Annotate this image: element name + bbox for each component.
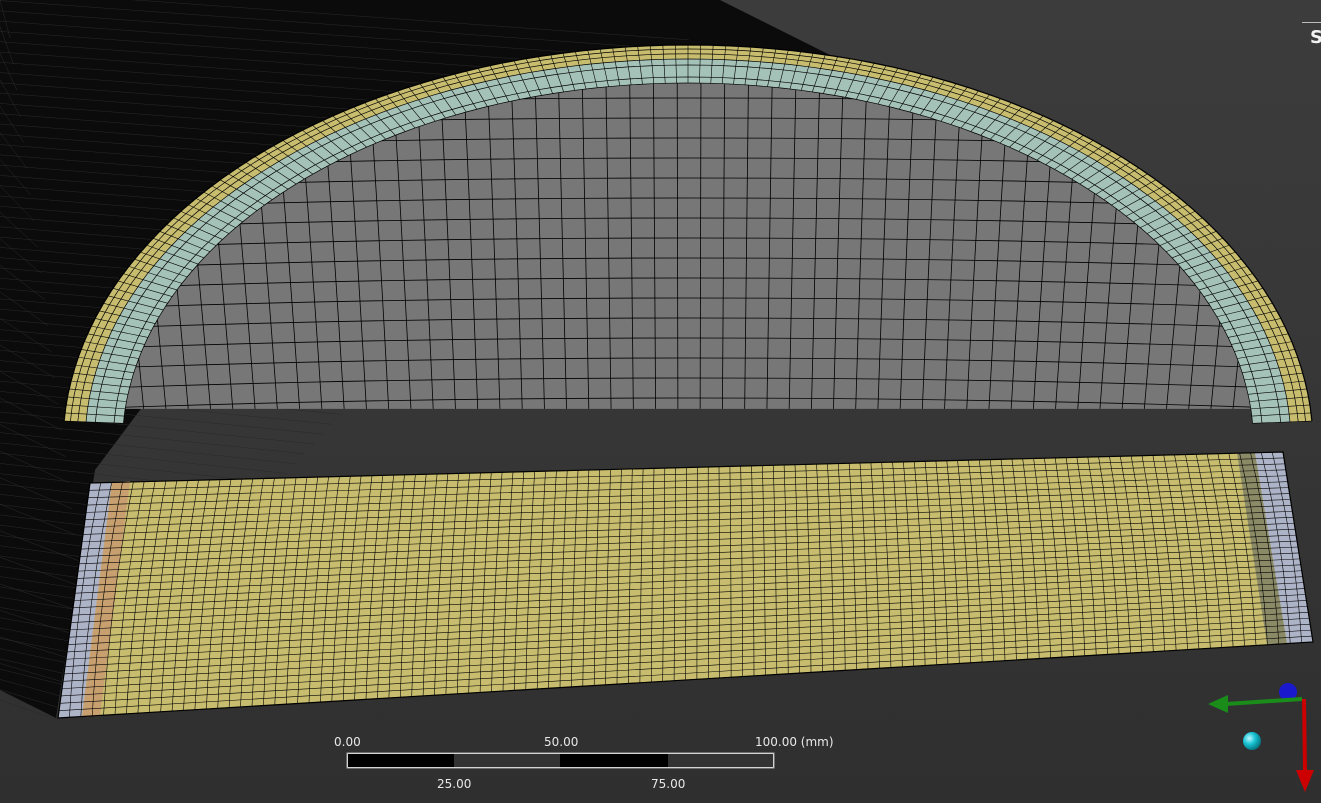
scale-label-75: 75.00 xyxy=(651,777,686,791)
corner-tab[interactable]: S xyxy=(1302,22,1321,53)
lower-section xyxy=(57,451,1314,719)
scale-bar xyxy=(346,752,775,769)
graphics-viewport[interactable]: 0.00 50.00 100.00 (mm) 25.00 75.00 S xyxy=(0,0,1321,803)
mesh-model[interactable] xyxy=(0,0,1321,803)
scale-label-25: 25.00 xyxy=(437,777,472,791)
y-axis-icon xyxy=(1225,697,1303,706)
corner-tab-label: S xyxy=(1310,27,1321,48)
scale-segment-3 xyxy=(560,754,668,767)
scale-label-100: 100.00 (mm) xyxy=(755,735,834,749)
scale-label-0: 0.00 xyxy=(334,735,361,749)
x-axis-icon xyxy=(1302,698,1307,773)
scale-segment-4 xyxy=(668,754,773,767)
origin-icon xyxy=(1243,732,1261,750)
x-axis-arrow-icon xyxy=(1296,770,1314,792)
scale-segment-1 xyxy=(348,754,454,767)
scale-label-50: 50.00 xyxy=(544,735,579,749)
y-axis-arrow-icon xyxy=(1208,695,1228,713)
coordinate-triad[interactable] xyxy=(1208,683,1314,792)
scale-segment-2 xyxy=(454,754,560,767)
